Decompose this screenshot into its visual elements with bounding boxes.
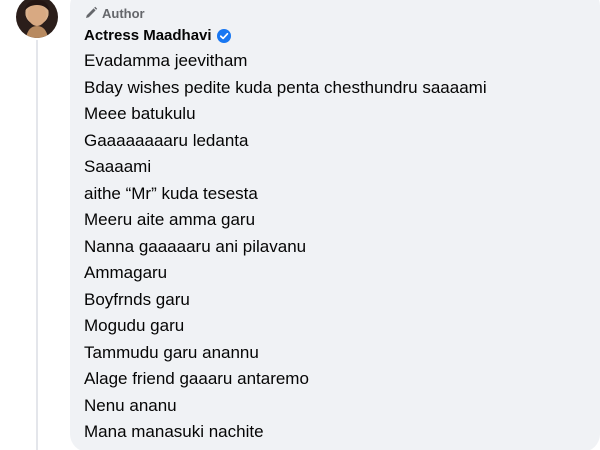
comment-line: Mana manasuki nachite — [84, 422, 264, 441]
avatar[interactable] — [16, 0, 58, 38]
comment-line: Nenu ananu — [84, 395, 177, 415]
comment-view: Author Actress Maadhavi Evadamma jeevith… — [0, 0, 600, 450]
comment-line: Meee batukulu — [84, 104, 196, 123]
author-badge: Author — [84, 4, 145, 22]
comment-line: Tammudu garu anannu — [84, 342, 259, 362]
comment-line: Meeru aite amma garu — [84, 210, 256, 229]
author-name[interactable]: Actress Maadhavi — [84, 27, 212, 44]
comment-line: Alage friend gaaaru antaremo — [84, 369, 309, 388]
comment-line: Saaaami — [84, 157, 152, 176]
reply-thread-line — [36, 40, 38, 450]
comment-line: Nanna gaaaaaru ani pilavanu — [84, 236, 307, 256]
comment-line: Boyfrnds garu — [84, 289, 190, 309]
comment-line: Mogudu garu — [84, 316, 185, 335]
comment-line: Evadamma jeevitham — [84, 51, 248, 70]
comment-line: aithe “Mr” kuda tesesta — [84, 183, 258, 203]
author-name-row[interactable]: Actress Maadhavi — [84, 27, 231, 44]
comment-line: Ammagaru — [84, 263, 168, 282]
verified-badge-icon — [216, 28, 231, 43]
pencil-icon — [84, 6, 98, 20]
comment-line: Gaaaaaaaaru ledanta — [84, 130, 249, 150]
author-badge-label: Author — [102, 5, 145, 21]
comment-text: Evadamma jeevitham Bday wishes pedite ku… — [84, 48, 487, 446]
comment-line: Bday wishes pedite kuda penta chesthundr… — [84, 77, 487, 97]
